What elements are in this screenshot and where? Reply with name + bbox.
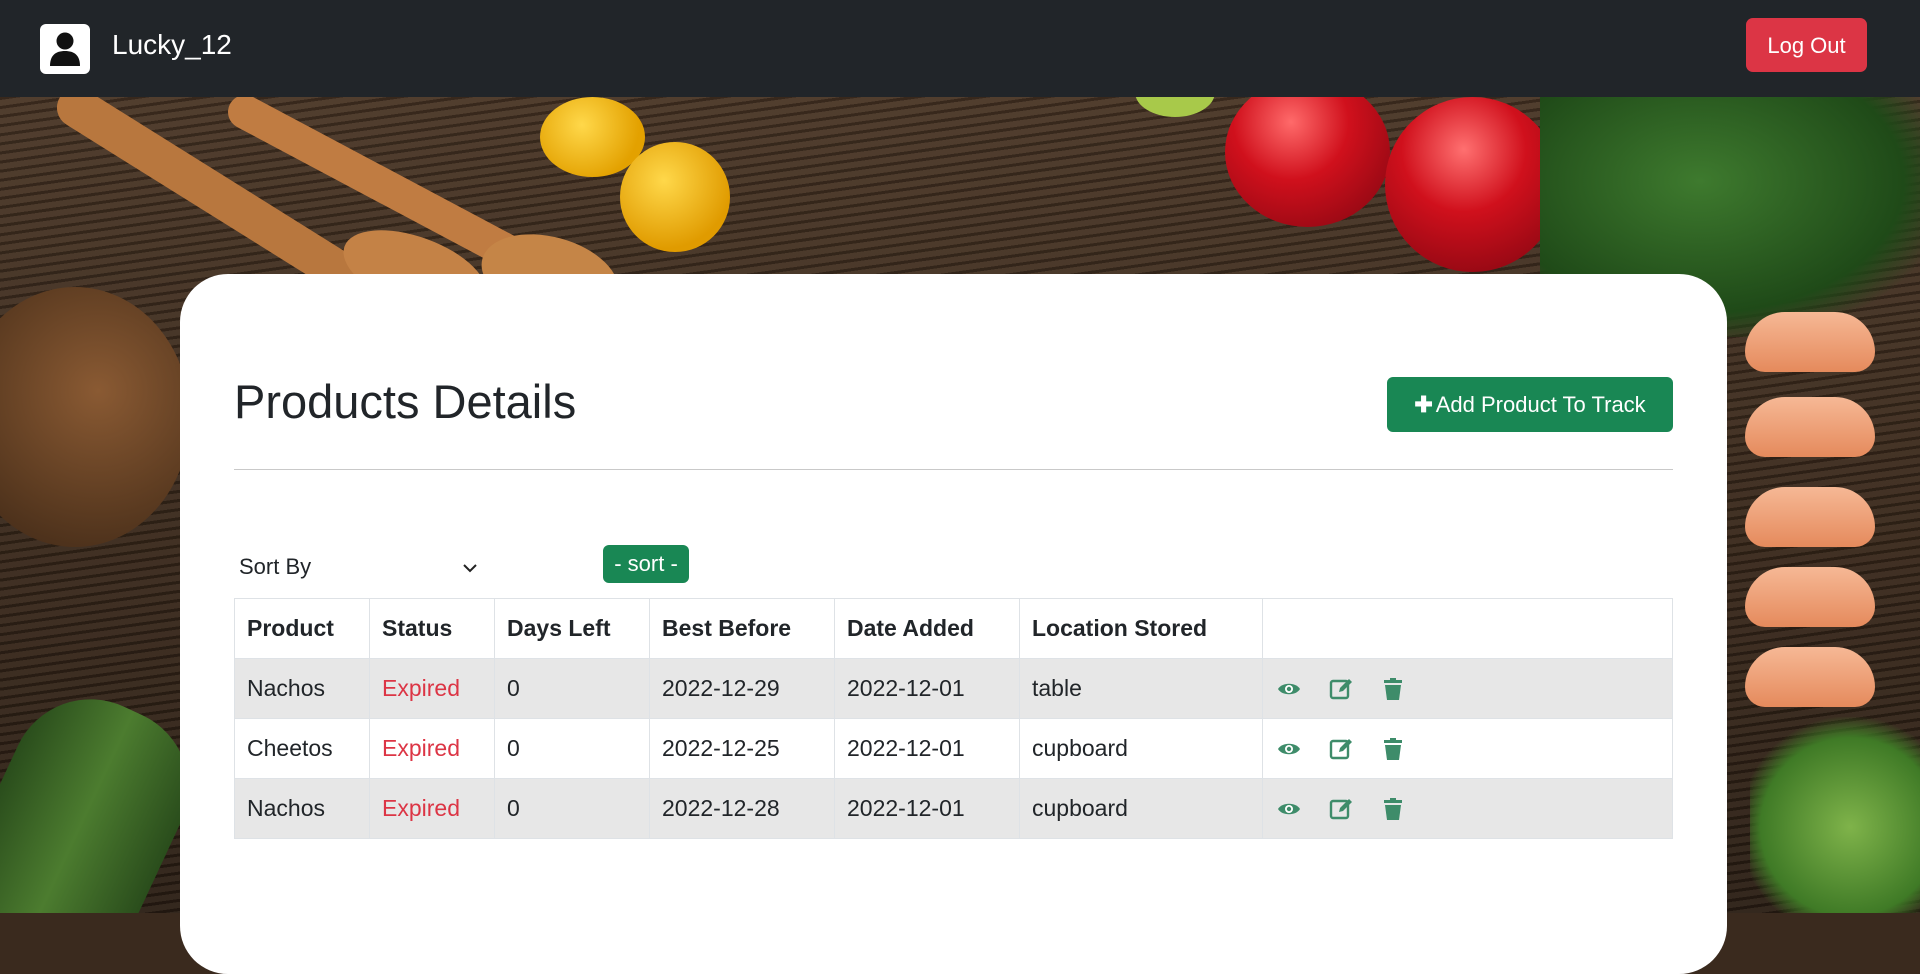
shrimp [1745, 567, 1875, 627]
sort-button[interactable]: - sort - [603, 545, 689, 583]
trash-icon[interactable] [1379, 675, 1407, 703]
status-cell: Expired [369, 658, 495, 719]
days-left-cell: 0 [494, 658, 650, 719]
best-before-cell: 2022-12-25 [649, 718, 835, 779]
navbar: Lucky_12 Log Out [0, 0, 1920, 97]
apple [1385, 97, 1560, 272]
location-cell: cupboard [1019, 718, 1263, 779]
lettuce [1750, 717, 1920, 913]
products-card: Products Details ✚ Add Product To Track S… [180, 274, 1727, 974]
location-cell: table [1019, 658, 1263, 719]
actions-cell [1262, 718, 1673, 779]
days-left-cell: 0 [494, 778, 650, 839]
table-row: Nachos Expired 0 2022-12-28 2022-12-01 c… [234, 778, 1673, 839]
edit-icon[interactable] [1327, 795, 1355, 823]
column-header-date-added: Date Added [834, 598, 1020, 659]
product-cell: Nachos [234, 778, 370, 839]
table-row: Cheetos Expired 0 2022-12-25 2022-12-01 … [234, 718, 1673, 779]
edit-icon[interactable] [1327, 675, 1355, 703]
date-added-cell: 2022-12-01 [834, 778, 1020, 839]
column-header-product: Product [234, 598, 370, 659]
days-left-cell: 0 [494, 718, 650, 779]
status-cell: Expired [369, 718, 495, 779]
add-product-label: Add Product To Track [1435, 392, 1646, 417]
column-header-location-stored: Location Stored [1019, 598, 1263, 659]
column-header-actions [1262, 598, 1673, 659]
divider [234, 469, 1673, 470]
actions-cell [1262, 658, 1673, 719]
plus-icon: ✚ [1414, 392, 1433, 417]
table-row: Nachos Expired 0 2022-12-29 2022-12-01 t… [234, 658, 1673, 719]
eye-icon[interactable] [1275, 675, 1303, 703]
date-added-cell: 2022-12-01 [834, 718, 1020, 779]
products-table: Product Status Days Left Best Before Dat… [234, 598, 1673, 839]
status-cell: Expired [369, 778, 495, 839]
best-before-cell: 2022-12-29 [649, 658, 835, 719]
column-header-status: Status [369, 598, 495, 659]
add-product-button[interactable]: ✚ Add Product To Track [1387, 377, 1673, 432]
shrimp [1745, 397, 1875, 457]
lemon [620, 142, 730, 252]
apple [1225, 97, 1390, 227]
sort-by-select[interactable]: Sort By [234, 544, 489, 590]
trash-icon[interactable] [1379, 795, 1407, 823]
shrimp [1745, 487, 1875, 547]
username: Lucky_12 [112, 29, 232, 60]
best-before-cell: 2022-12-28 [649, 778, 835, 839]
date-added-cell: 2022-12-01 [834, 658, 1020, 719]
column-header-days-left: Days Left [494, 598, 650, 659]
user-icon[interactable] [40, 24, 90, 74]
table-header-row: Product Status Days Left Best Before Dat… [234, 598, 1673, 659]
trash-icon[interactable] [1379, 735, 1407, 763]
page-title: Products Details [234, 375, 577, 428]
shrimp [1745, 647, 1875, 707]
chevron-down-icon [462, 544, 478, 590]
sort-by-value: Sort By [239, 554, 312, 579]
coconut [0, 287, 190, 547]
product-cell: Nachos [234, 658, 370, 719]
eye-icon[interactable] [1275, 735, 1303, 763]
edit-icon[interactable] [1327, 735, 1355, 763]
product-cell: Cheetos [234, 718, 370, 779]
eye-icon[interactable] [1275, 795, 1303, 823]
actions-cell [1262, 778, 1673, 839]
location-cell: cupboard [1019, 778, 1263, 839]
shrimp [1745, 312, 1875, 372]
column-header-best-before: Best Before [649, 598, 835, 659]
logout-button[interactable]: Log Out [1746, 18, 1867, 72]
